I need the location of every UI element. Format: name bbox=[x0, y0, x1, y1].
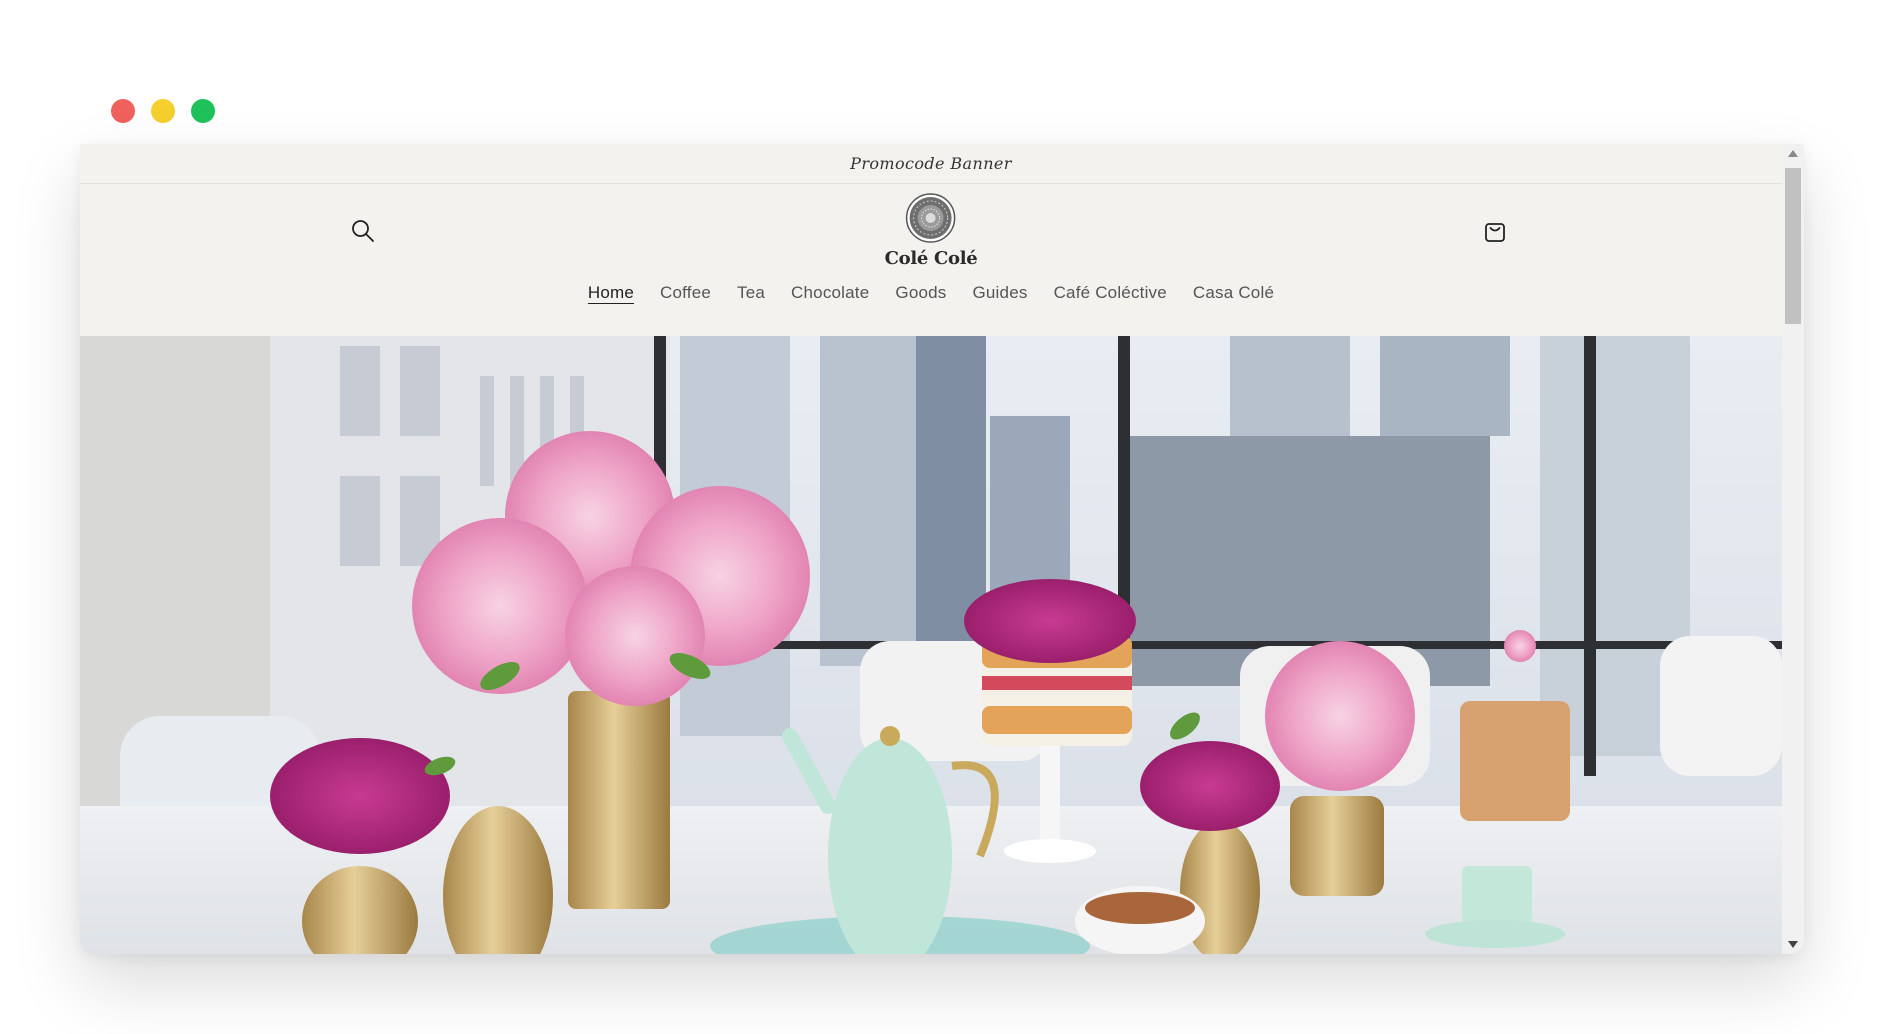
hero-photo bbox=[80, 336, 1782, 954]
search-icon bbox=[352, 220, 374, 242]
browser-window: Promocode Banner Colé Colé Home Coffee T… bbox=[80, 144, 1804, 954]
window-controls bbox=[111, 99, 215, 123]
nav-item-guides[interactable]: Guides bbox=[972, 283, 1027, 305]
close-window-button[interactable] bbox=[111, 99, 135, 123]
maximize-window-button[interactable] bbox=[191, 99, 215, 123]
announcement-text: Promocode Banner bbox=[850, 154, 1012, 173]
cart-button[interactable] bbox=[1480, 216, 1510, 246]
search-button[interactable] bbox=[348, 216, 378, 246]
announcement-bar: Promocode Banner bbox=[80, 144, 1782, 184]
logo-mark-icon bbox=[906, 193, 956, 243]
nav-item-tea[interactable]: Tea bbox=[737, 283, 765, 305]
scroll-down-arrow-icon[interactable] bbox=[1788, 941, 1798, 948]
scroll-up-arrow-icon[interactable] bbox=[1788, 150, 1798, 157]
nav-item-coffee[interactable]: Coffee bbox=[660, 283, 711, 305]
cart-icon bbox=[1485, 223, 1505, 242]
scrollbar-thumb[interactable] bbox=[1785, 168, 1801, 324]
logo-text: Colé Colé bbox=[884, 248, 978, 269]
vertical-scrollbar[interactable] bbox=[1782, 144, 1804, 954]
nav-item-chocolate[interactable]: Chocolate bbox=[791, 283, 869, 305]
site-header: Colé Colé bbox=[80, 184, 1782, 280]
nav-item-cafe-colective[interactable]: Café Coléctive bbox=[1054, 283, 1167, 305]
nav-item-goods[interactable]: Goods bbox=[895, 283, 946, 305]
minimize-window-button[interactable] bbox=[151, 99, 175, 123]
site-logo[interactable]: Colé Colé bbox=[885, 192, 978, 269]
nav-item-casa-cole[interactable]: Casa Colé bbox=[1193, 283, 1274, 305]
web-page: Promocode Banner Colé Colé Home Coffee T… bbox=[80, 144, 1782, 954]
nav-item-home[interactable]: Home bbox=[588, 283, 634, 305]
hero-banner-image bbox=[80, 336, 1782, 954]
main-navigation: Home Coffee Tea Chocolate Goods Guides C… bbox=[80, 280, 1782, 328]
